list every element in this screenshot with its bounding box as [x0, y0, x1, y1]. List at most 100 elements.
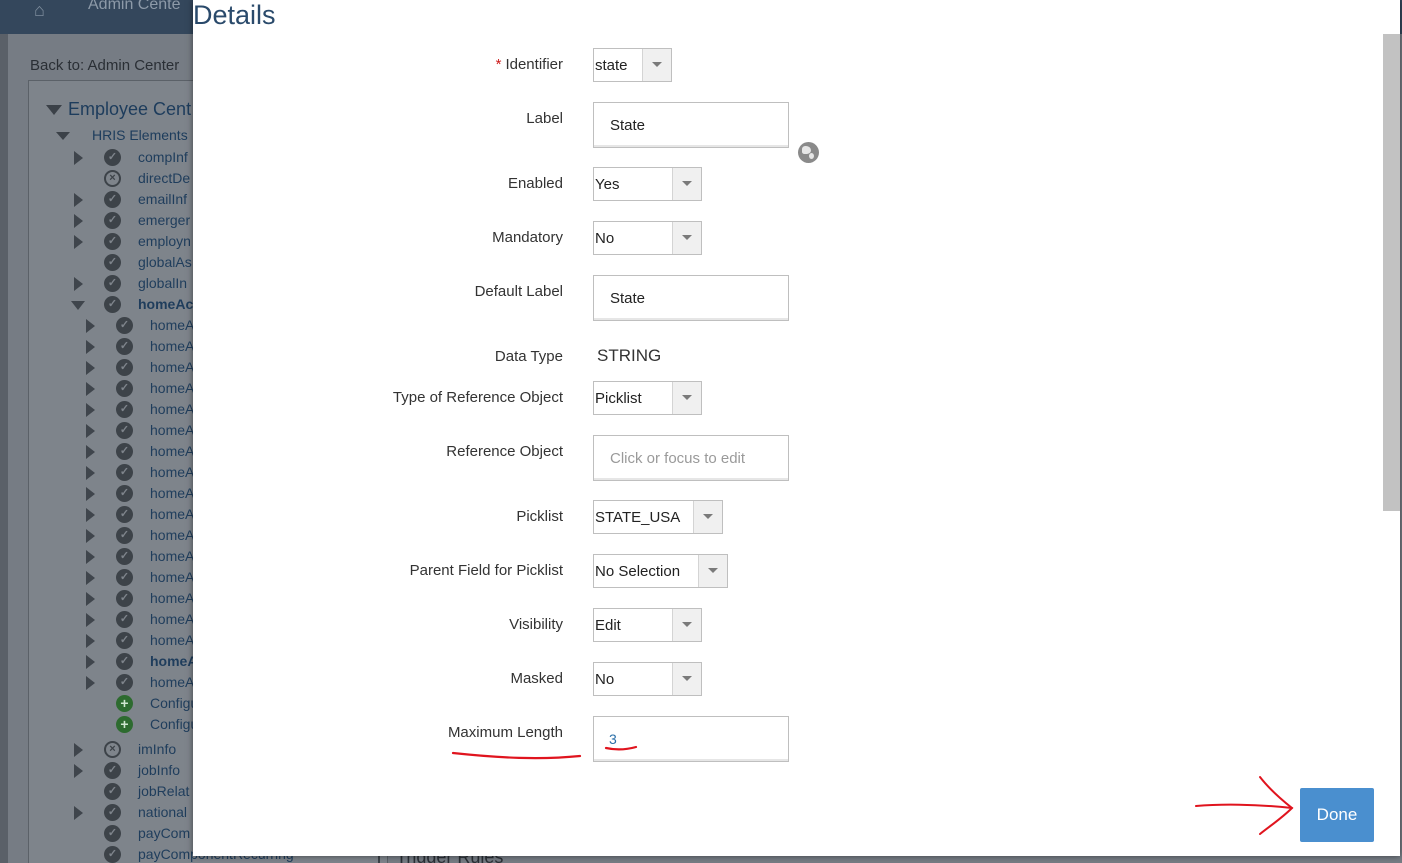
- masked-value: No: [595, 671, 615, 688]
- tree-item-label: national: [138, 804, 188, 820]
- collapsed-arrow-icon[interactable]: [86, 361, 95, 375]
- tree-hris[interactable]: HRIS Elements: [56, 127, 188, 143]
- collapsed-arrow-icon[interactable]: [86, 445, 95, 459]
- identifier-label-text: Identifier: [505, 56, 563, 73]
- home-icon[interactable]: ⌂: [34, 0, 45, 21]
- collapsed-arrow-icon[interactable]: [86, 508, 95, 522]
- check-circle-icon: ✓: [116, 317, 133, 334]
- collapsed-arrow-icon[interactable]: [74, 214, 83, 228]
- check-circle-icon: ✓: [116, 380, 133, 397]
- chevron-down-icon[interactable]: [642, 49, 671, 81]
- collapsed-arrow-icon[interactable]: [86, 613, 95, 627]
- mandatory-select[interactable]: No: [593, 221, 702, 255]
- visibility-value: Edit: [595, 617, 621, 634]
- tree-item-label: payCom: [138, 825, 191, 841]
- collapsed-arrow-icon[interactable]: [86, 466, 95, 480]
- enabled-select[interactable]: Yes: [593, 167, 702, 201]
- chevron-down-icon[interactable]: [693, 501, 722, 533]
- collapsed-arrow-icon[interactable]: [86, 592, 95, 606]
- check-circle-icon: ✓: [116, 485, 133, 502]
- chevron-down-icon[interactable]: [672, 663, 701, 695]
- check-circle-icon: ✓: [104, 846, 121, 863]
- tree-root[interactable]: Employee Cent: [46, 99, 191, 120]
- dialog-footer: [193, 774, 1400, 856]
- picklist-value: STATE_USA: [595, 509, 681, 526]
- dialog-title: Details: [193, 0, 276, 30]
- expanded-arrow-icon[interactable]: [71, 301, 85, 310]
- collapse-icon[interactable]: [56, 132, 70, 141]
- ref-object-input[interactable]: Click or focus to edit: [593, 435, 789, 481]
- collapsed-arrow-icon[interactable]: [86, 655, 95, 669]
- check-circle-icon: ✓: [104, 275, 121, 292]
- check-circle-icon: ✓: [116, 674, 133, 691]
- max-length-value: 3: [609, 731, 617, 747]
- check-circle-icon: ✓: [116, 632, 133, 649]
- label-field-label: Label: [526, 110, 563, 127]
- max-length-label: Maximum Length: [447, 724, 563, 741]
- label-input[interactable]: State: [593, 102, 789, 148]
- tree-item-label: emailInf: [138, 191, 188, 207]
- check-circle-icon: ✓: [116, 338, 133, 355]
- check-circle-icon: ✓: [104, 762, 121, 779]
- globe-icon[interactable]: [798, 142, 819, 163]
- default-label-input[interactable]: State: [593, 275, 789, 321]
- collapsed-arrow-icon[interactable]: [86, 634, 95, 648]
- chevron-down-icon[interactable]: [672, 168, 701, 200]
- check-circle-icon: ✓: [104, 212, 121, 229]
- plus-circle-icon: +: [116, 716, 133, 733]
- check-circle-icon: ✓: [104, 783, 121, 800]
- picklist-select[interactable]: STATE_USA: [593, 500, 723, 534]
- collapsed-arrow-icon[interactable]: [74, 235, 83, 249]
- scrollbar-thumb[interactable]: [1383, 34, 1400, 511]
- max-length-input[interactable]: 3: [593, 716, 789, 762]
- masked-select[interactable]: No: [593, 662, 702, 696]
- visibility-select[interactable]: Edit: [593, 608, 702, 642]
- collapsed-arrow-icon[interactable]: [74, 277, 83, 291]
- default-label-value: State: [610, 290, 646, 307]
- chevron-down-icon[interactable]: [672, 222, 701, 254]
- check-circle-icon: ✓: [116, 653, 133, 670]
- plus-circle-icon: +: [116, 695, 133, 712]
- required-mark: *: [495, 56, 502, 73]
- identifier-select[interactable]: state: [593, 48, 672, 82]
- tree-item-label: compInf: [138, 149, 188, 165]
- parent-picklist-label: Parent Field for Picklist: [409, 562, 563, 579]
- collapsed-arrow-icon[interactable]: [86, 487, 95, 501]
- collapsed-arrow-icon[interactable]: [86, 676, 95, 690]
- data-type-label: Data Type: [494, 348, 563, 365]
- enabled-value: Yes: [595, 176, 620, 193]
- tree-item-label: directDe: [138, 170, 191, 186]
- dialog-body: * Identifier state Label State Enabled Ye…: [193, 34, 1384, 774]
- collapsed-arrow-icon[interactable]: [86, 340, 95, 354]
- collapsed-arrow-icon[interactable]: [86, 382, 95, 396]
- collapsed-arrow-icon[interactable]: [86, 550, 95, 564]
- done-button[interactable]: Done: [1300, 788, 1374, 842]
- chevron-down-icon[interactable]: [672, 382, 701, 414]
- check-circle-icon: ✓: [116, 548, 133, 565]
- collapsed-arrow-icon[interactable]: [74, 764, 83, 778]
- identifier-value: state: [595, 57, 628, 74]
- collapse-icon[interactable]: [46, 105, 62, 116]
- collapsed-arrow-icon[interactable]: [86, 424, 95, 438]
- tree-item-label: homeA: [150, 653, 198, 669]
- chevron-down-icon[interactable]: [698, 555, 727, 587]
- details-dialog: Details * Identifier state Label State En…: [193, 0, 1400, 856]
- check-circle-icon: ✓: [104, 191, 121, 208]
- check-circle-icon: ✓: [116, 569, 133, 586]
- check-circle-icon: ✓: [104, 296, 121, 313]
- collapsed-arrow-icon[interactable]: [86, 571, 95, 585]
- collapsed-arrow-icon[interactable]: [86, 319, 95, 333]
- back-link[interactable]: Back to: Admin Center: [30, 57, 179, 74]
- check-circle-icon: ✓: [104, 825, 121, 842]
- chevron-down-icon[interactable]: [672, 609, 701, 641]
- parent-picklist-select[interactable]: No Selection: [593, 554, 728, 588]
- app-title: Admin Cente: [88, 0, 181, 13]
- ref-type-select[interactable]: Picklist: [593, 381, 702, 415]
- collapsed-arrow-icon[interactable]: [74, 193, 83, 207]
- collapsed-arrow-icon[interactable]: [86, 529, 95, 543]
- collapsed-arrow-icon[interactable]: [74, 743, 83, 757]
- masked-label: Masked: [510, 670, 563, 687]
- collapsed-arrow-icon[interactable]: [74, 151, 83, 165]
- collapsed-arrow-icon[interactable]: [74, 806, 83, 820]
- collapsed-arrow-icon[interactable]: [86, 403, 95, 417]
